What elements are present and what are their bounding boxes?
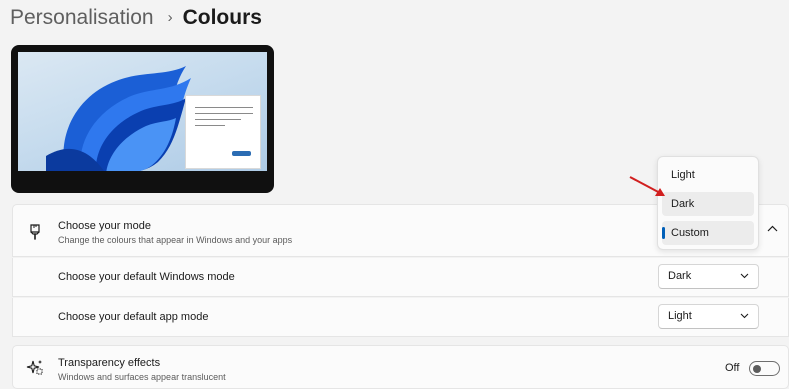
- app-mode-value: Light: [668, 310, 692, 322]
- transparency-card: Transparency effects Windows and surface…: [12, 345, 789, 389]
- toggle-knob: [753, 364, 761, 373]
- app-mode-title: Choose your default app mode: [58, 311, 209, 323]
- choose-mode-title: Choose your mode: [58, 220, 151, 232]
- windows-mode-row: Choose your default Windows mode Dark: [12, 258, 789, 297]
- mode-option-label: Custom: [671, 227, 709, 239]
- transparency-subtitle: Windows and surfaces appear translucent: [58, 372, 226, 382]
- transparency-title: Transparency effects: [58, 357, 161, 369]
- mode-option-dark[interactable]: Dark: [662, 192, 754, 216]
- choose-mode-subtitle: Change the colours that appear in Window…: [58, 235, 293, 245]
- annotation-arrow-icon: [629, 176, 665, 196]
- theme-preview: [11, 45, 274, 193]
- sparkle-icon: [26, 360, 43, 375]
- chevron-down-icon: [740, 273, 749, 279]
- mode-dropdown: Light Dark Custom: [657, 156, 759, 250]
- chevron-up-icon[interactable]: [767, 225, 778, 232]
- preview-window-line: [195, 125, 225, 126]
- selected-indicator: [662, 227, 665, 239]
- chevron-down-icon: [740, 313, 749, 319]
- breadcrumb-separator-icon: ›: [167, 9, 173, 26]
- transparency-state-label: Off: [725, 362, 740, 374]
- breadcrumb: Personalisation › Colours: [10, 4, 262, 32]
- app-mode-row: Choose your default app mode Light: [12, 298, 789, 337]
- app-mode-select[interactable]: Light: [658, 304, 759, 329]
- windows-mode-value: Dark: [668, 270, 692, 282]
- preview-window: [185, 95, 261, 169]
- preview-window-button: [232, 151, 251, 156]
- preview-window-line: [195, 107, 253, 108]
- mode-option-label: Light: [671, 169, 695, 181]
- mode-option-custom[interactable]: Custom: [662, 221, 754, 245]
- breadcrumb-personalisation-link[interactable]: Personalisation: [10, 4, 154, 32]
- windows-mode-select[interactable]: Dark: [658, 264, 759, 289]
- brush-icon: [30, 224, 40, 240]
- preview-window-line: [195, 113, 253, 114]
- windows-mode-title: Choose your default Windows mode: [58, 271, 235, 283]
- mode-option-light[interactable]: Light: [662, 163, 754, 187]
- preview-window-line: [195, 119, 241, 120]
- page-title: Colours: [182, 6, 262, 29]
- mode-option-label: Dark: [671, 198, 695, 210]
- preview-screen: [18, 52, 267, 171]
- transparency-toggle[interactable]: [749, 361, 780, 376]
